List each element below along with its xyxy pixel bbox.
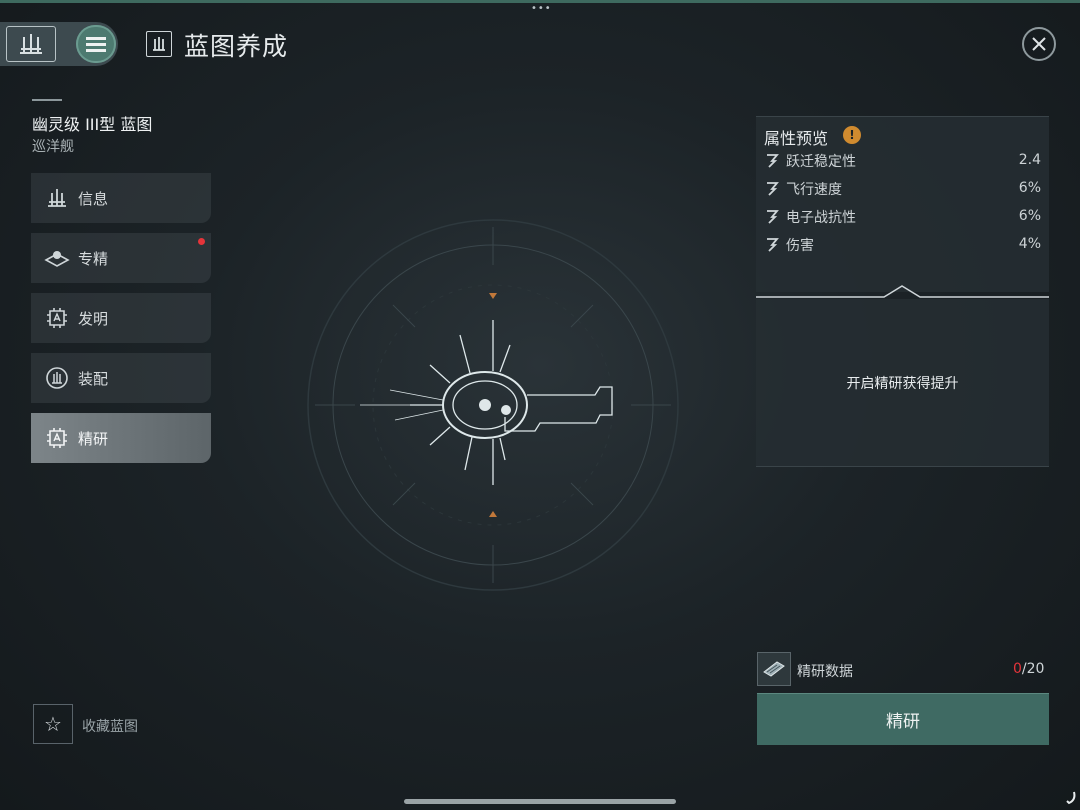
attribute-bullet-icon bbox=[767, 182, 779, 196]
invention-icon bbox=[44, 305, 70, 331]
refine-unlock-panel: 开启精研获得提升 bbox=[756, 299, 1049, 467]
nav-item-label: 发明 bbox=[78, 310, 109, 328]
fitting-icon bbox=[44, 365, 70, 391]
attribute-name: 飞行速度 bbox=[786, 182, 842, 198]
menu-button[interactable] bbox=[76, 25, 116, 63]
attribute-value: 6% bbox=[1018, 208, 1041, 224]
nav-item-label: 信息 bbox=[78, 190, 109, 208]
refine-button-label: 精研 bbox=[886, 712, 920, 732]
specialization-icon bbox=[44, 245, 70, 271]
attribute-row: 伤害 4% bbox=[764, 234, 1041, 256]
attribute-preview-panel: 属性预览 ! 跃迁稳定性 2.4 飞行速度 6% 电子战抗性 6% 伤害 4% bbox=[756, 116, 1049, 292]
data-chip-icon bbox=[763, 661, 785, 677]
material-count: 0/20 bbox=[1013, 661, 1045, 677]
refine-data-item[interactable] bbox=[757, 652, 791, 686]
nav-item-info[interactable]: 信息 bbox=[31, 173, 211, 223]
corner-status-icon bbox=[1066, 791, 1076, 805]
attribute-row: 电子战抗性 6% bbox=[764, 206, 1041, 228]
ship-hologram bbox=[307, 219, 679, 591]
attribute-row: 跃迁稳定性 2.4 bbox=[764, 150, 1041, 172]
title-accent-line bbox=[32, 99, 62, 101]
nav-item-label: 精研 bbox=[78, 430, 109, 448]
nav-item-specialization[interactable]: 专精 bbox=[31, 233, 211, 283]
attribute-preview-title: 属性预览 bbox=[764, 129, 829, 148]
nav-item-refine[interactable]: 精研 bbox=[31, 413, 211, 463]
nav-item-fitting[interactable]: 装配 bbox=[31, 353, 211, 403]
nav-item-label: 装配 bbox=[78, 370, 109, 388]
nav-item-invention[interactable]: 发明 bbox=[31, 293, 211, 343]
favorite-button[interactable]: ☆ bbox=[33, 704, 73, 744]
attribute-name: 电子战抗性 bbox=[786, 210, 856, 226]
top-handle-dots[interactable]: ••• bbox=[531, 4, 552, 14]
close-button[interactable] bbox=[1022, 27, 1056, 61]
attribute-row: 飞行速度 6% bbox=[764, 178, 1041, 200]
notification-dot bbox=[198, 238, 205, 245]
blueprint-icon bbox=[146, 31, 172, 57]
attribute-bullet-icon bbox=[767, 154, 779, 168]
attribute-bullet-icon bbox=[767, 210, 779, 224]
attribute-name: 跃迁稳定性 bbox=[786, 154, 856, 170]
attribute-bullet-icon bbox=[767, 238, 779, 252]
material-name: 精研数据 bbox=[797, 664, 853, 680]
ship-info-icon bbox=[44, 185, 70, 211]
attribute-value: 4% bbox=[1018, 236, 1041, 252]
attribute-name: 伤害 bbox=[786, 238, 814, 254]
star-icon: ☆ bbox=[44, 712, 62, 736]
refine-icon bbox=[44, 425, 70, 451]
favorite-label[interactable]: 收藏蓝图 bbox=[82, 716, 138, 736]
fleet-icon bbox=[20, 34, 42, 54]
home-indicator[interactable] bbox=[404, 799, 676, 804]
attribute-value: 2.4 bbox=[1018, 152, 1041, 168]
warning-icon[interactable]: ! bbox=[843, 126, 861, 144]
attribute-value: 6% bbox=[1018, 180, 1041, 196]
nav-item-label: 专精 bbox=[78, 250, 109, 268]
blueprint-class: 巡洋舰 bbox=[32, 139, 74, 155]
refine-button[interactable]: 精研 bbox=[757, 693, 1049, 745]
page-title: 蓝图养成 bbox=[184, 32, 289, 61]
fleet-button[interactable] bbox=[6, 26, 56, 62]
refine-unlock-text: 开启精研获得提升 bbox=[846, 375, 959, 392]
close-icon bbox=[1032, 37, 1046, 51]
blueprint-name: 幽灵级 III型 蓝图 bbox=[32, 115, 153, 134]
menu-icon bbox=[86, 37, 106, 52]
